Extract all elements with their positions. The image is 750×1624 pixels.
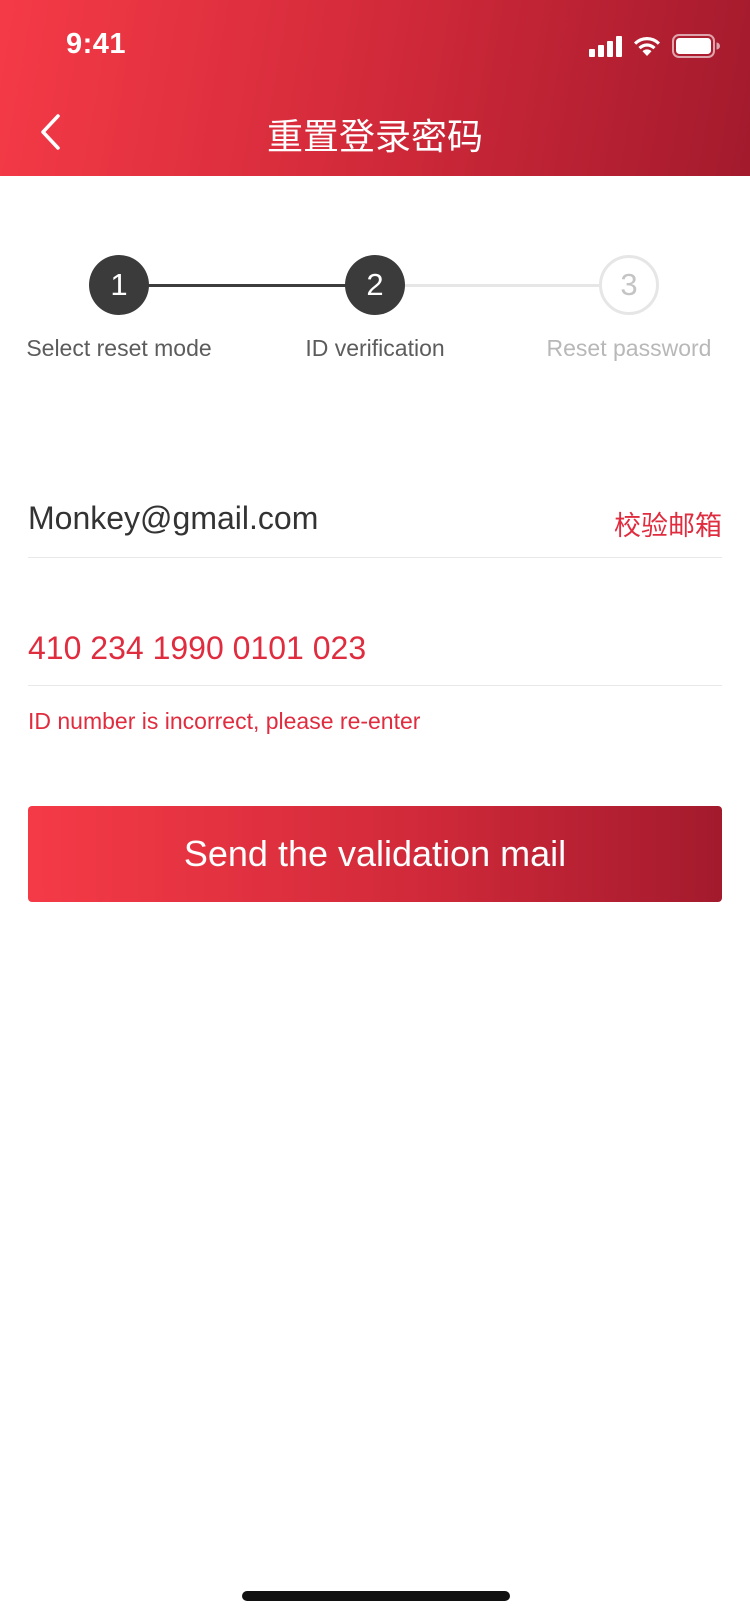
id-error-message: ID number is incorrect, please re-enter bbox=[28, 708, 421, 734]
step-select-reset-mode: 1 Select reset mode bbox=[9, 255, 229, 362]
step-number-2: 2 bbox=[345, 255, 405, 315]
email-value[interactable]: Monkey@gmail.com bbox=[28, 500, 318, 537]
send-validation-mail-button[interactable]: Send the validation mail bbox=[28, 806, 722, 902]
progress-stepper: 1 Select reset mode 2 ID verification 3 … bbox=[0, 255, 750, 375]
signal-icon bbox=[589, 35, 622, 57]
home-indicator[interactable] bbox=[242, 1591, 510, 1601]
step-reset-password: 3 Reset password bbox=[519, 255, 739, 362]
wifi-icon bbox=[632, 35, 662, 57]
step-number-3: 3 bbox=[599, 255, 659, 315]
status-time: 9:41 bbox=[66, 28, 127, 60]
step-number-1: 1 bbox=[89, 255, 149, 315]
status-icons bbox=[589, 32, 720, 60]
step-id-verification: 2 ID verification bbox=[265, 255, 485, 362]
verify-email-link[interactable]: 校验邮箱 bbox=[614, 504, 722, 543]
step-label-1: Select reset mode bbox=[26, 335, 212, 361]
id-number-value[interactable]: 410 234 1990 0101 023 bbox=[28, 630, 366, 667]
header-bar: 9:41 重置登录密码 bbox=[0, 0, 750, 176]
step-label-2: ID verification bbox=[305, 335, 445, 361]
id-number-field[interactable]: 410 234 1990 0101 023 bbox=[28, 606, 722, 686]
battery-icon bbox=[672, 34, 720, 58]
page-title: 重置登录密码 bbox=[266, 117, 483, 158]
step-label-3: Reset password bbox=[546, 335, 712, 361]
email-field[interactable]: Monkey@gmail.com 校验邮箱 bbox=[28, 480, 722, 558]
